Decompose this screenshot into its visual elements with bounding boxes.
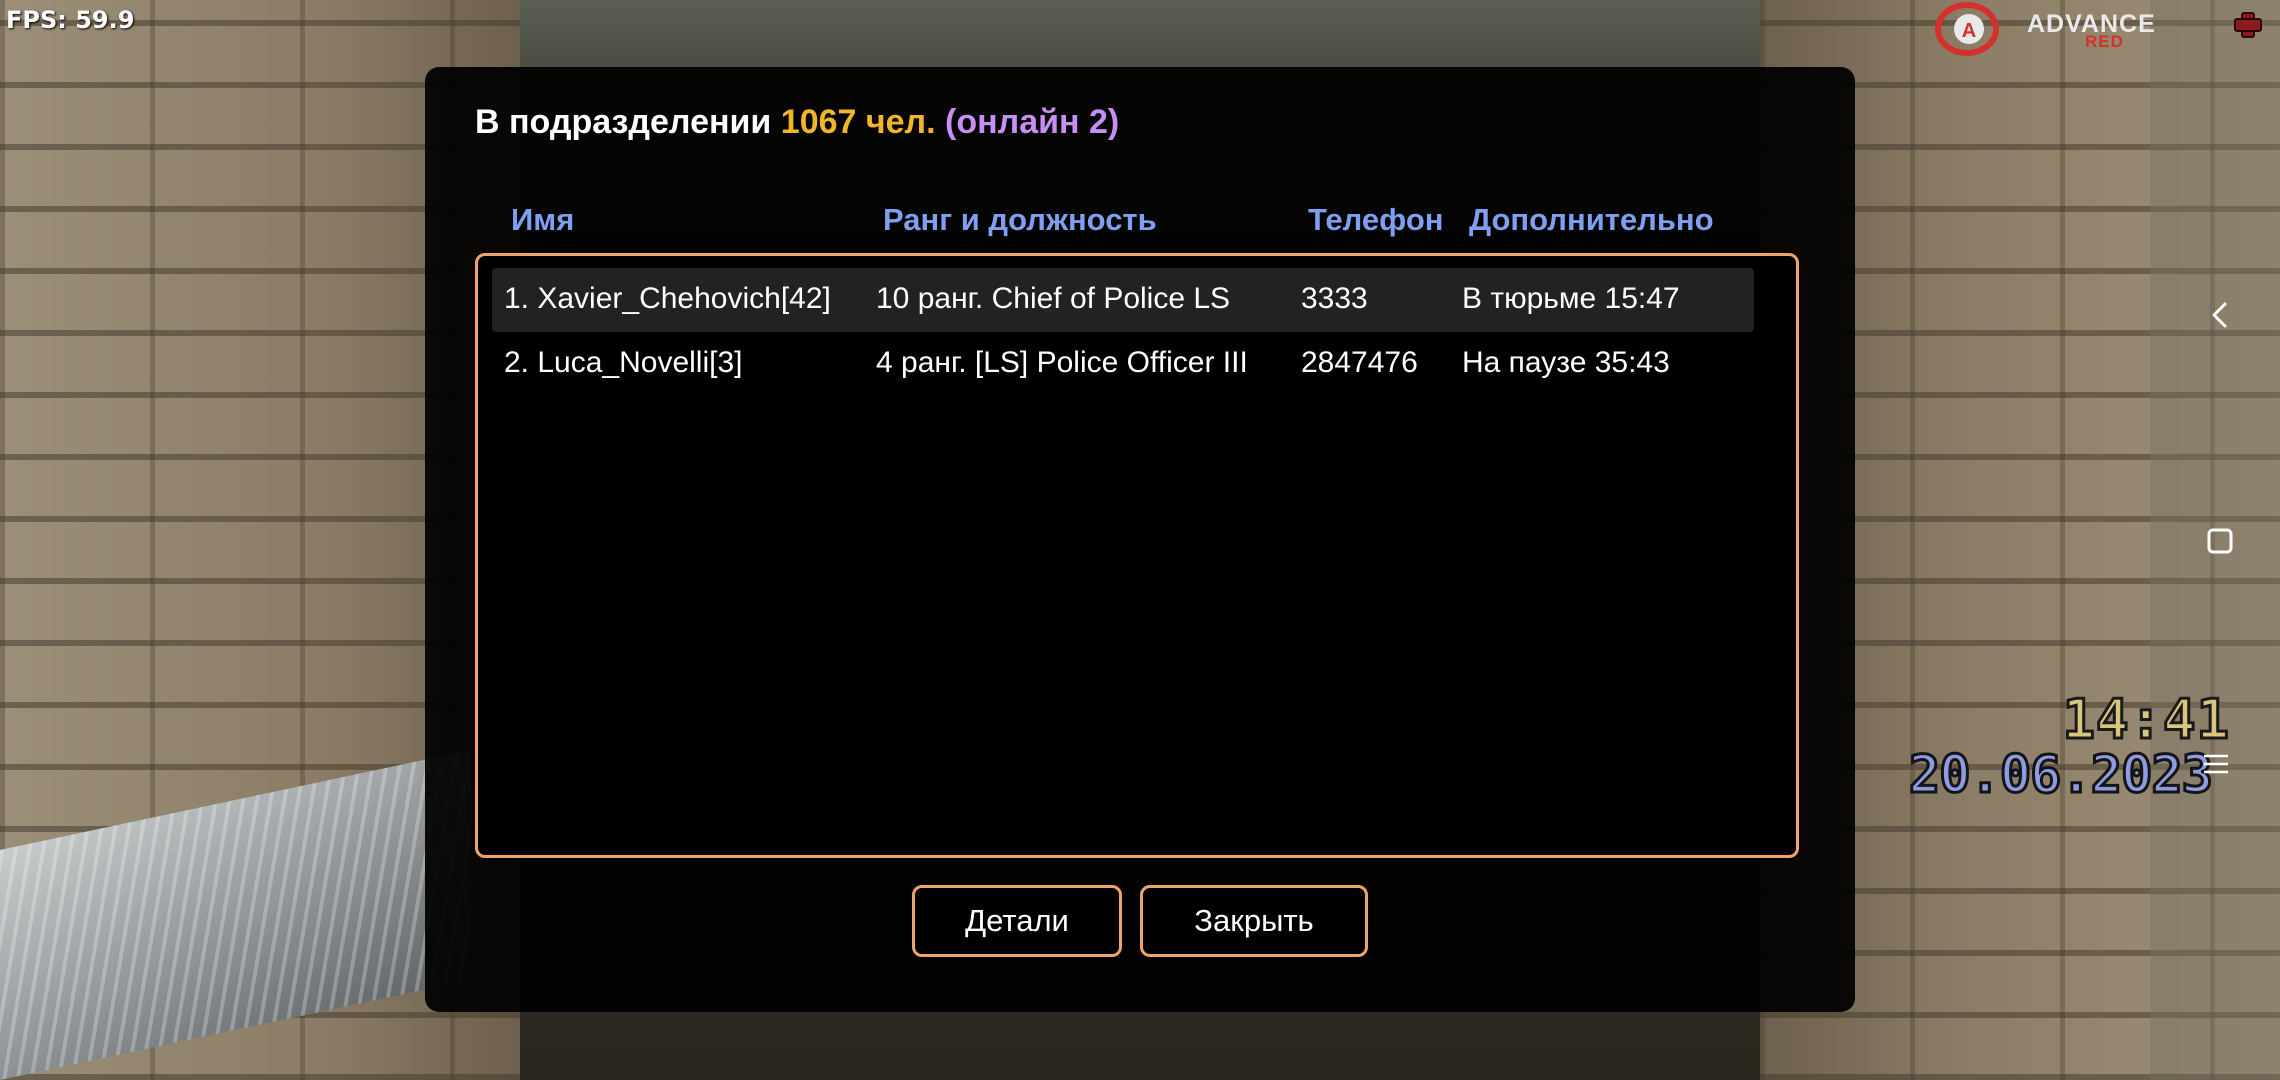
members-count: 1067 чел. xyxy=(780,103,936,141)
member-rank: 4 ранг. [LS] Police Officer III xyxy=(876,346,1248,379)
member-status: На паузе 35:43 xyxy=(1462,346,1670,379)
menu-icon[interactable] xyxy=(2200,750,2232,778)
table-row[interactable]: 2. Luca_Novelli[3] 4 ранг. [LS] Police O… xyxy=(492,332,1754,396)
title-prefix: В подразделении xyxy=(475,103,781,141)
table-header: Имя Ранг и должность Телефон Дополнитель… xyxy=(425,202,1855,246)
member-phone: 3333 xyxy=(1301,282,1368,315)
column-header-name: Имя xyxy=(511,202,575,237)
member-status: В тюрьме 15:47 xyxy=(1462,282,1680,315)
members-dialog: В подразделении 1067 чел. (онлайн 2) Имя… xyxy=(425,67,1855,1012)
nav-home-icon[interactable] xyxy=(2203,524,2237,558)
brand-logo: A ADVANCE RED xyxy=(1935,0,2165,60)
game-screen: FPS: 59.9 A ADVANCE RED 14:41 20.06.2023… xyxy=(0,0,2280,1080)
brand-subtitle: RED xyxy=(2085,32,2124,51)
member-name: 2. Luca_Novelli[3] xyxy=(504,346,743,379)
column-header-extra: Дополнительно xyxy=(1469,202,1714,237)
health-cross-icon xyxy=(2234,12,2262,38)
details-button[interactable]: Детали xyxy=(912,885,1122,957)
members-list: 1. Xavier_Chehovich[42] 10 ранг. Chief o… xyxy=(475,253,1799,858)
online-count: (онлайн 2) xyxy=(935,103,1120,141)
column-header-phone: Телефон xyxy=(1308,202,1444,237)
table-row[interactable]: 1. Xavier_Chehovich[42] 10 ранг. Chief o… xyxy=(492,268,1754,332)
game-date: 20.06.2023 xyxy=(1907,744,2214,807)
fps-counter: FPS: 59.9 xyxy=(6,6,135,34)
nav-back-icon[interactable] xyxy=(2203,298,2237,332)
member-rank: 10 ранг. Chief of Police LS xyxy=(876,282,1231,315)
close-button[interactable]: Закрыть xyxy=(1140,885,1368,957)
advance-rp-logo-icon: A xyxy=(1935,2,1999,56)
brand-logo-letter: A xyxy=(1962,20,1976,42)
member-phone: 2847476 xyxy=(1301,346,1418,379)
column-header-rank: Ранг и должность xyxy=(883,202,1157,237)
member-name: 1. Xavier_Chehovich[42] xyxy=(504,282,831,315)
game-clock: 14:41 xyxy=(2061,687,2231,753)
dialog-title: В подразделении 1067 чел. (онлайн 2) xyxy=(475,103,1119,142)
